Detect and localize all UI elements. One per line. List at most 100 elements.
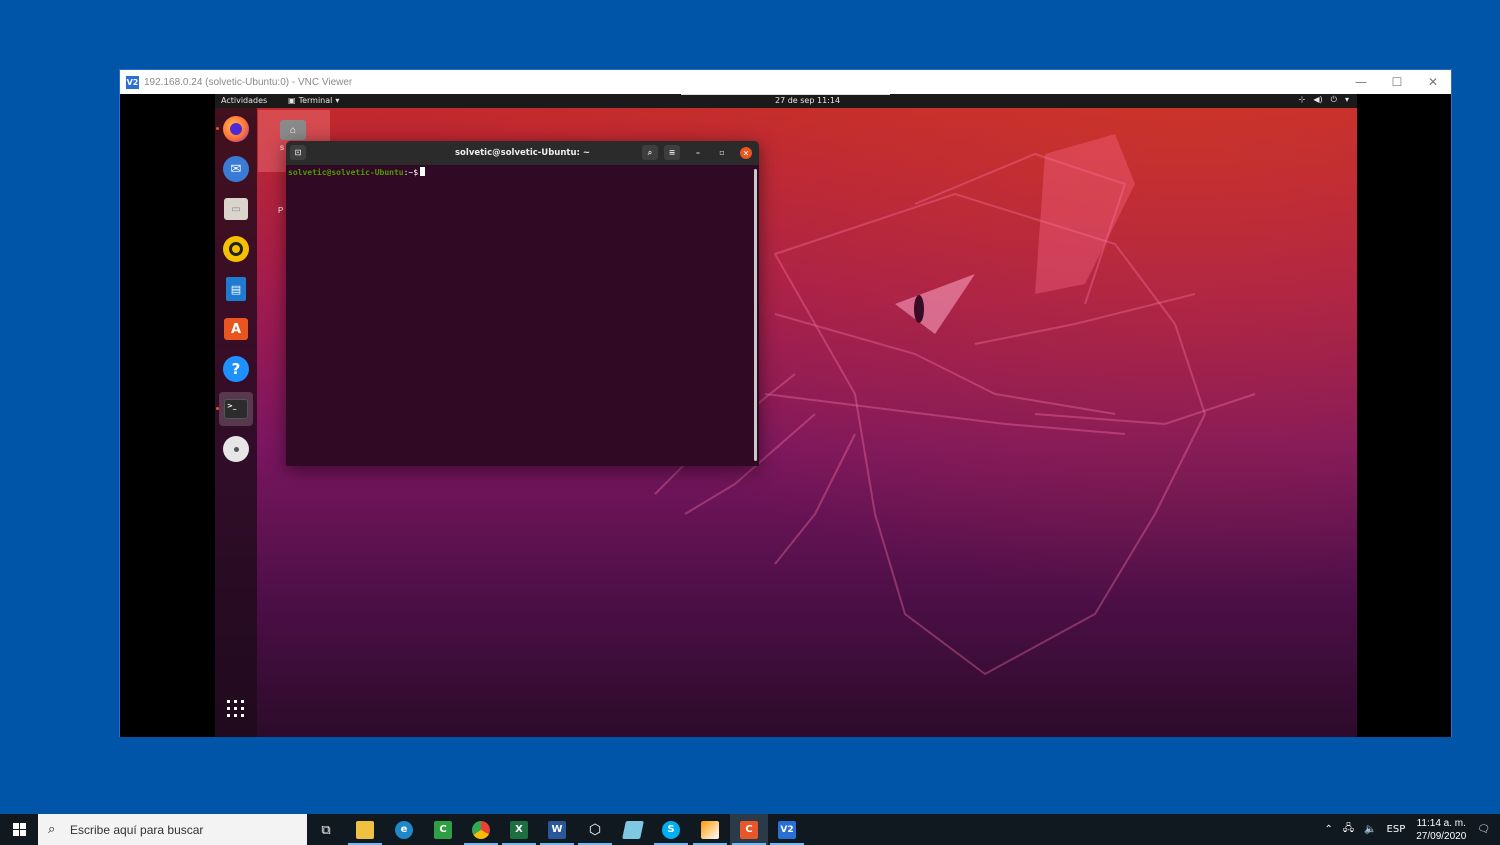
taskbar-vnc-viewer[interactable]: V2 [768, 814, 806, 845]
ubuntu-dock: ✉ ▭ ▤ A ? >_ [215, 108, 257, 737]
gnome-top-bar: Actividades ▣ Terminal ▾ 27 de sep 11:14… [215, 94, 1357, 108]
terminal-close-button[interactable]: ✕ [740, 147, 752, 159]
network-icon[interactable]: ⊹ [1299, 95, 1306, 105]
terminal-icon: >_ [224, 399, 248, 419]
apps-grid-icon [227, 700, 244, 717]
close-icon: ✕ [742, 148, 750, 158]
taskbar-capture-app[interactable]: C [730, 814, 768, 845]
volume-icon[interactable]: ◀) [1313, 95, 1322, 105]
dock-dvd[interactable] [219, 432, 253, 466]
terminal-small-icon: ▣ [288, 96, 296, 105]
vnc-window-title: 192.168.0.24 (solvetic-Ubuntu:0) - VNC V… [144, 76, 353, 88]
terminal-title: solvetic@solvetic-Ubuntu: ~ [455, 148, 590, 158]
software-icon: A [224, 318, 248, 340]
taskbar-excel[interactable]: X [500, 814, 538, 845]
text-cursor [420, 167, 426, 176]
dock-rhythmbox[interactable] [219, 232, 253, 266]
desktop-second-label: P [278, 206, 284, 215]
app-menu-terminal[interactable]: ▣ Terminal ▾ [288, 96, 339, 105]
chevron-up-icon[interactable]: ⌃ [1325, 824, 1333, 835]
taskbar-date: 27/09/2020 [1416, 830, 1467, 842]
power-icon[interactable]: ⏻ [1331, 95, 1337, 105]
dock-help[interactable]: ? [219, 352, 253, 386]
dock-thunderbird[interactable]: ✉ [219, 152, 253, 186]
start-button[interactable] [0, 814, 38, 845]
running-indicator [216, 407, 219, 410]
taskbar-notes-app[interactable] [614, 814, 652, 845]
home-icon: ⌂ [280, 120, 306, 140]
desktop-home-label: s [280, 143, 284, 152]
taskbar-search-box[interactable]: ⌕ Escribe aquí para buscar [38, 814, 307, 845]
ubuntu-desktop[interactable]: Actividades ▣ Terminal ▾ 27 de sep 11:14… [215, 94, 1357, 737]
firefox-icon [223, 116, 249, 142]
capture-app-icon: C [740, 820, 758, 839]
language-indicator[interactable]: ESP [1387, 824, 1406, 835]
vnc-close-button[interactable]: ✕ [1415, 70, 1451, 94]
running-indicator [216, 127, 219, 130]
terminal-scrollbar[interactable] [754, 169, 757, 461]
search-icon: ⌕ [48, 822, 56, 837]
windows-logo-icon [12, 823, 26, 836]
network-icon[interactable]: 🖧 [1343, 821, 1354, 838]
system-tray[interactable]: ⊹ ◀) ⏻ ▾ [1299, 95, 1349, 105]
vnc-titlebar[interactable]: V2 192.168.0.24 (solvetic-Ubuntu:0) - VN… [120, 70, 1451, 94]
taskbar-camtasia[interactable]: C [424, 814, 462, 845]
terminal-menu-button[interactable]: ≡ [664, 145, 680, 160]
show-applications-button[interactable] [219, 692, 253, 726]
windows-taskbar: ⌕ Escribe aquí para buscar ⧉ e C X W ⬡ S [0, 814, 1500, 845]
activities-button[interactable]: Actividades [221, 96, 267, 105]
terminal-maximize-button[interactable]: ▫ [714, 145, 730, 160]
rhythmbox-icon [223, 236, 249, 262]
vnc-maximize-button[interactable]: ☐ [1379, 70, 1415, 94]
vnc-viewer-icon: V2 [778, 820, 796, 839]
terminal-search-button[interactable]: ⌕ [642, 145, 658, 160]
search-icon: ⌕ [647, 147, 653, 157]
dock-terminal[interactable]: >_ [216, 392, 253, 426]
dock-files[interactable]: ▭ [219, 192, 253, 226]
taskbar-clock[interactable]: 11:14 a. m. 27/09/2020 [1416, 817, 1466, 843]
file-explorer-icon [356, 820, 374, 839]
taskbar-file-explorer[interactable] [346, 814, 384, 845]
topbar-clock[interactable]: 27 de sep 11:14 [775, 96, 840, 105]
excel-icon: X [510, 820, 528, 839]
vnc-minimize-button[interactable]: — [1343, 70, 1379, 94]
edge-icon: e [395, 820, 413, 839]
terminal-headerbar[interactable]: ⊡ solvetic@solvetic-Ubuntu: ~ ⌕ ≡ – ▫ ✕ [286, 141, 759, 165]
notes-icon [622, 820, 644, 839]
dock-firefox[interactable] [216, 112, 253, 146]
taskbar-edge[interactable]: e [385, 814, 423, 845]
minimize-icon: – [696, 148, 700, 157]
taskbar-skype[interactable]: S [652, 814, 690, 845]
task-view-button[interactable]: ⧉ [307, 814, 345, 845]
libreoffice-writer-icon: ▤ [226, 277, 246, 301]
taskbar-chrome[interactable] [462, 814, 500, 845]
hamburger-menu-icon: ≡ [668, 148, 676, 157]
sublime-icon [701, 820, 719, 839]
chevron-down-icon[interactable]: ▾ [1345, 95, 1349, 105]
search-placeholder: Escribe aquí para buscar [70, 822, 204, 837]
app-menu-label: Terminal [298, 96, 333, 105]
vnc-logo-icon: V2 [126, 75, 139, 89]
camtasia-icon: C [434, 820, 452, 839]
chrome-icon [472, 820, 490, 839]
vnc-viewer-window: V2 192.168.0.24 (solvetic-Ubuntu:0) - VN… [119, 69, 1452, 737]
vnc-remote-screen[interactable]: Actividades ▣ Terminal ▾ 27 de sep 11:14… [120, 94, 1451, 737]
help-icon: ? [223, 356, 249, 382]
top-bar-highlight [681, 94, 890, 95]
thunderbird-icon: ✉ [223, 156, 249, 182]
volume-icon[interactable]: 🔈 [1364, 824, 1376, 835]
virtualbox-icon: ⬡ [588, 821, 602, 838]
maximize-icon: ▫ [719, 148, 725, 157]
prompt-user-host: solvetic@solvetic-Ubuntu [288, 168, 404, 177]
taskbar-virtualbox[interactable]: ⬡ [576, 814, 614, 845]
taskbar-word[interactable]: W [538, 814, 576, 845]
dock-libreoffice-writer[interactable]: ▤ [219, 272, 253, 306]
task-view-icon: ⧉ [321, 821, 331, 837]
taskbar-sublime[interactable] [691, 814, 729, 845]
terminal-content[interactable]: solvetic@solvetic-Ubuntu:~$ [286, 165, 759, 466]
terminal-window[interactable]: ⊡ solvetic@solvetic-Ubuntu: ~ ⌕ ≡ – ▫ ✕ … [286, 141, 759, 466]
windows-system-tray: ⌃ 🖧 🔈 ESP 11:14 a. m. 27/09/2020 🗨 [1320, 814, 1500, 845]
terminal-minimize-button[interactable]: – [690, 145, 706, 160]
dock-software[interactable]: A [219, 312, 253, 346]
notifications-icon[interactable]: 🗨 [1477, 824, 1490, 835]
